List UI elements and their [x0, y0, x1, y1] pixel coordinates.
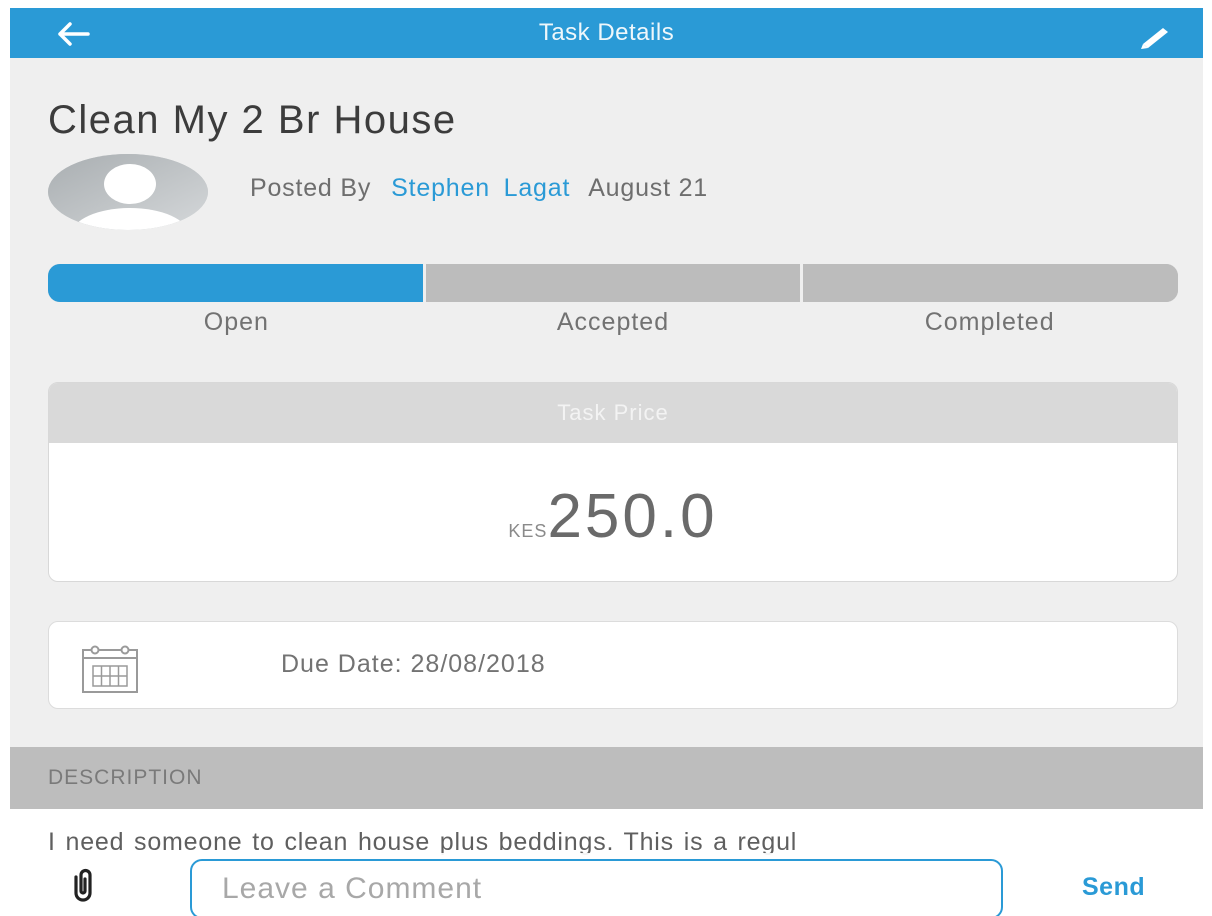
screen: Task Details Clean My 2 Br House Posted … — [0, 0, 1212, 916]
status-progress-bar — [48, 264, 1178, 302]
avatar[interactable] — [48, 154, 208, 230]
status-label-open: Open — [203, 308, 269, 336]
description-header: DESCRIPTION — [10, 747, 1203, 809]
task-price-card: Task Price KES250.0 — [48, 382, 1178, 582]
price-currency: KES — [508, 521, 548, 541]
page-title: Task Details — [538, 19, 675, 46]
comment-input[interactable] — [190, 859, 1003, 916]
posted-by-row: Posted By Stephen Lagat August 21 — [250, 174, 708, 203]
calendar-icon — [82, 645, 138, 693]
task-title: Clean My 2 Br House — [48, 98, 457, 142]
paperclip-icon — [74, 868, 92, 902]
price-value: KES250.0 — [49, 481, 1177, 552]
progress-segment-accepted — [422, 264, 801, 302]
send-button[interactable]: Send — [1082, 873, 1145, 902]
app-container: Task Details Clean My 2 Br House Posted … — [10, 8, 1203, 916]
pencil-icon — [1141, 28, 1168, 49]
user-placeholder-icon — [48, 154, 208, 230]
status-label-accepted: Accepted — [556, 308, 670, 336]
due-date-text: Due Date: 28/08/2018 — [281, 650, 546, 678]
description-text: I need someone to clean house plus beddi… — [48, 828, 798, 856]
top-app-bar: Task Details — [10, 8, 1203, 58]
edit-button[interactable] — [1135, 22, 1175, 50]
progress-segment-completed — [800, 264, 1178, 302]
progress-segment-open — [48, 264, 423, 302]
attach-button[interactable] — [68, 867, 98, 903]
task-price-header: Task Price — [49, 383, 1177, 443]
status-labels: Open Accepted Completed — [48, 308, 1178, 337]
comment-bar: Send — [10, 853, 1203, 916]
due-date-card: Due Date: 28/08/2018 — [48, 621, 1178, 709]
posted-date: August 21 — [588, 174, 708, 202]
posted-by-label: Posted By — [250, 174, 372, 202]
price-amount: 250.0 — [547, 482, 718, 551]
status-label-completed: Completed — [924, 308, 1055, 336]
author-link[interactable]: Stephen Lagat — [391, 174, 570, 202]
